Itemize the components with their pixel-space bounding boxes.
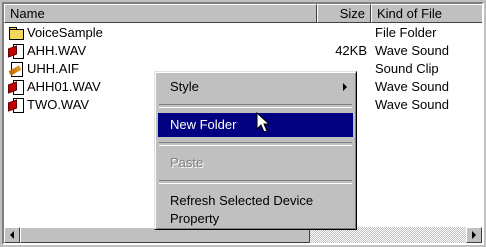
folder-icon (8, 26, 24, 40)
file-name: AHH01.WAV (27, 79, 101, 94)
file-row[interactable]: AHH.WAV 42KB Wave Sound (4, 42, 482, 60)
column-header-name[interactable]: Name (4, 4, 317, 23)
menu-item-label: New Folder (170, 117, 237, 132)
context-menu: Style New Folder Paste Refresh Selected … (154, 71, 357, 230)
menu-item-label: Style (170, 79, 199, 94)
file-kind: Wave Sound (375, 43, 449, 58)
column-header-kind[interactable]: Kind of File (371, 4, 482, 23)
menu-separator (159, 142, 352, 146)
file-name: AHH.WAV (27, 43, 87, 58)
scroll-left-button[interactable] (4, 227, 20, 243)
menu-item-label: Refresh Selected Device (170, 193, 314, 208)
column-header-size[interactable]: Size (317, 4, 371, 23)
file-name: VoiceSample (27, 25, 103, 40)
wave-sound-icon (8, 80, 24, 95)
menu-item-style[interactable]: Style (158, 75, 353, 99)
wave-sound-icon (8, 98, 24, 113)
mouse-pointer-icon (256, 112, 271, 133)
column-header-extra[interactable] (483, 4, 484, 23)
menu-item-label: Paste (170, 155, 204, 170)
wave-sound-icon (8, 44, 24, 59)
file-kind: Wave Sound (375, 79, 449, 94)
file-kind: Sound Clip (375, 61, 439, 76)
arrow-right-icon (472, 231, 476, 239)
submenu-arrow-icon (343, 83, 347, 91)
arrow-left-icon (10, 231, 14, 239)
file-kind: Wave Sound (375, 97, 449, 112)
file-kind: File Folder (375, 25, 437, 40)
scroll-right-button[interactable] (466, 227, 482, 243)
column-header: Name Size Kind of File (4, 4, 482, 23)
menu-item-refresh-property[interactable]: Refresh Selected Device Property (158, 189, 353, 229)
file-size: 42KB (335, 43, 367, 58)
file-name: TWO.WAV (27, 97, 90, 112)
menu-item-paste: Paste (158, 151, 353, 175)
menu-separator (159, 180, 352, 184)
file-row[interactable]: VoiceSample File Folder (4, 24, 482, 42)
file-name: UHH.AIF (27, 61, 79, 76)
menu-item-label: Property (170, 211, 220, 226)
sound-clip-icon (8, 62, 24, 77)
menu-separator (159, 104, 352, 108)
